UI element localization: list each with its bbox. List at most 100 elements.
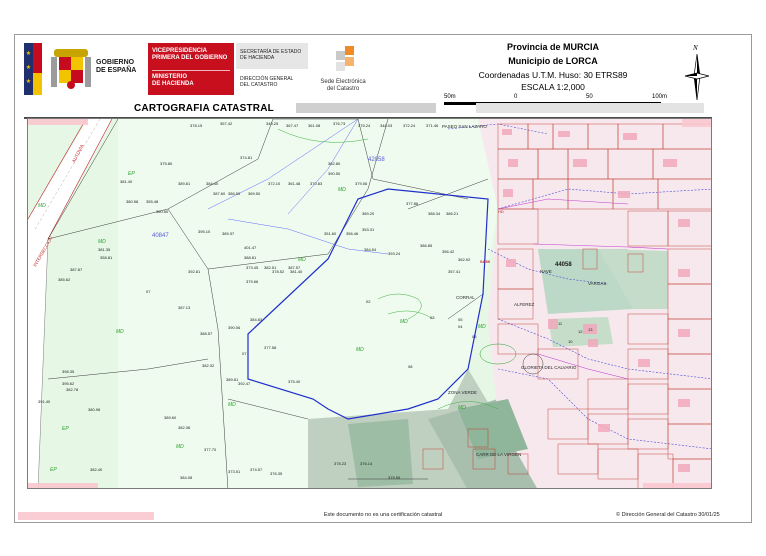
red-strip [33,43,42,73]
elevation-label: 393.24 [388,251,401,256]
elevation-label: 380.58 [126,199,139,204]
zone-label: MD [356,347,364,353]
elevation-label: 391.40 [38,399,51,404]
elevation-label: 378.23 [334,461,347,466]
coat-of-arms-icon [51,49,91,89]
elevation-label: 357.41 [448,269,461,274]
street-label: VARGAS [588,281,607,286]
elevation-label: 362.92 [458,257,471,262]
parcel-code: 05 [458,317,463,322]
gobierno-text: GOBIERNO DE ESPAÑA [96,59,137,74]
street-label: NAVE [540,269,552,274]
compass-icon [684,53,710,101]
redaction [643,483,711,488]
elevation-label: 380.98 [88,407,101,412]
zone-label: MD [38,203,46,209]
elevation-label: 361.48 [288,181,301,186]
redaction [682,119,711,127]
parcel-code: 06 [472,334,477,339]
eu-star-strip: ★ ★ ★ [24,43,33,95]
elevation-label: 358.81 [100,255,113,260]
zone-label: MD [400,319,408,325]
elevation-label: 375.24 [358,123,371,128]
street-label: CARR DE LA VIRGEN [476,452,522,457]
elevation-label: 373.45 [246,265,259,270]
elevation-label: 386.85 [420,243,433,248]
elevation-label: 384.08 [180,475,193,480]
elevation-label: 353.31 [362,227,375,232]
parcel-code: 03 [430,315,435,320]
elevation-label: 379.06 [355,181,368,186]
elevation-label: 375.40 [288,379,301,384]
redacted-reference [296,103,436,113]
north-arrow: N [684,44,710,104]
cadastral-map[interactable]: 40847 42058 44058 EP MD MD MD MD MD MD M… [27,118,712,489]
gobierno-logo: ★ ★ ★ GOBIERNO DE ESPAÑA VICEPRESIDENCIA… [24,43,234,95]
elevation-label: 395.10 [198,229,211,234]
vice-line1: VICEPRESIDENCIA [152,48,208,54]
elevation-label: 355.48 [146,199,159,204]
zone-label: MD [478,324,486,330]
scale-label-100m: 100m [652,94,668,100]
zone-label: MD [458,405,466,411]
elevation-label: 376.35 [270,471,283,476]
elevation-label: 377.86 [406,201,419,206]
sede-line2: del Catastro [326,86,360,92]
elevation-label: 390.06 [228,325,241,330]
elevation-label: 381.35 [98,247,111,252]
elevation-label: 385.62 [58,277,71,282]
parcel-code: 11 [558,321,563,326]
municipality-title: Municipio de LORCA [508,56,598,66]
elevation-label: 351.60 [324,231,337,236]
elevation-label: 348.03 [380,123,393,128]
polygon-label: 42058 [368,157,385,163]
elevation-label: 372.10 [268,181,281,186]
elevation-label: 373.51 [228,469,241,474]
polygon-label: 44058 [555,262,572,268]
elevation-label: 384.83 [250,317,263,322]
elevation-label: 389.37 [222,231,235,236]
parcel-code: 04 [458,324,463,329]
elevation-label: 370.83 [310,181,323,186]
elevation-label: 388.34 [428,211,441,216]
zone-label: MD [176,444,184,450]
elevation-label: 356.42 [442,249,455,254]
elevation-label: 387.57 [288,265,301,270]
elevation-label: 374.81 [240,155,253,160]
zone-label: MD [338,187,346,193]
elevation-label: 374.57 [250,467,263,472]
street-label: GLORIETA DEL CALVARIO [521,365,577,370]
map-header: Provincia de MURCIA Municipio de LORCA C… [438,40,668,100]
elevation-label: 377.70 [204,447,217,452]
zone-label: MD [98,239,106,245]
elevation-label: 392.81 [188,269,201,274]
province-title: Provincia de MURCIA [506,42,600,52]
elevation-label: 389.81 [226,377,239,382]
elevation-label: 389.20 [362,211,375,216]
sede-electronica-link[interactable]: Sede Electrónica del Catastro [312,43,374,95]
elevation-label: 379.55 [388,475,401,480]
elevation-label: 356.46 [346,231,359,236]
parcel-code: 08 [408,364,413,369]
elevation-label: 392.47 [238,381,251,386]
zone-label: MD [298,257,306,263]
elevation-label: 361.08 [308,123,321,128]
zone-label: MD [116,329,124,335]
elevation-label: 388.57 [200,331,213,336]
zone-label: EP [50,467,57,473]
elevation-label: 382.32 [202,363,215,368]
elevation-label: 390.50 [328,171,341,176]
elevation-label: 387.87 [70,267,83,272]
dir-line2: DEL CATASTRO [240,82,278,88]
elevation-label: 389.81 [178,181,191,186]
map-scale: ESCALA 1:2,000 [521,82,585,92]
elevation-label: 379.66 [246,279,259,284]
elevation-label: 388.81 [244,255,257,260]
elevation-label: 389.60 [164,415,177,420]
svg-text:★: ★ [26,64,31,71]
elevation-label: 362.80 [328,161,341,166]
elevation-label: 384.54 [364,247,377,252]
zone-label: EP [128,171,135,177]
elevation-label: 372.24 [403,123,416,128]
svg-text:★: ★ [26,78,31,85]
